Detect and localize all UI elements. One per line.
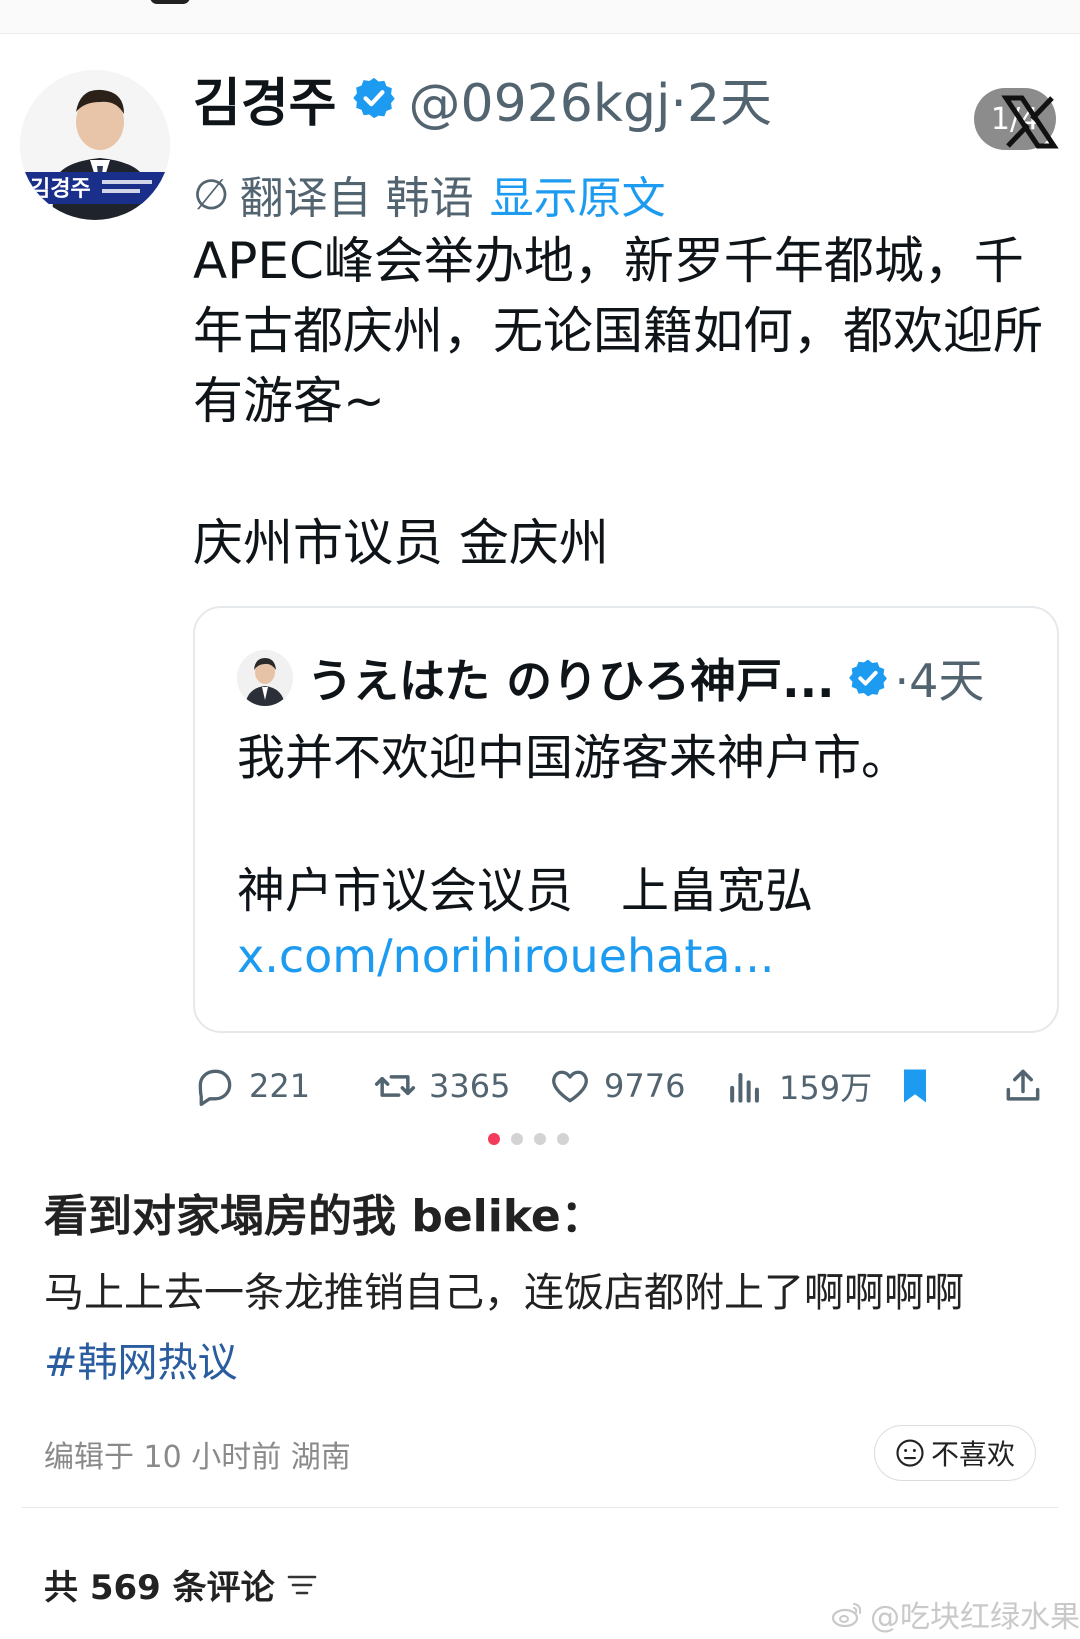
dislike-face-icon — [896, 1439, 924, 1467]
watermark-text: @吃块红绿水果 — [870, 1600, 1080, 1635]
carousel-dot-active[interactable] — [488, 1133, 500, 1145]
tweet-header: 김경주 @0926kgj·2天 — [193, 58, 772, 138]
translation-row: ∅ 翻译自 韩语 显示原文 — [193, 162, 666, 226]
author-avatar[interactable]: 김경주 — [20, 70, 170, 220]
tweet-screenshot[interactable]: 김경주 김경주 @0926kgj·2天 1/4 ∅ 翻译自 韩语 显示原文 AP… — [0, 34, 1080, 1114]
tweet-signature: 庆州市议员 金庆州 — [193, 514, 609, 572]
views-button[interactable]: 159万 — [723, 1054, 872, 1118]
reply-button[interactable]: 221 — [193, 1054, 310, 1118]
like-icon — [552, 1070, 588, 1103]
bookmark-icon — [904, 1069, 926, 1103]
share-icon — [1006, 1069, 1040, 1101]
x-logo-icon — [1001, 95, 1059, 149]
translated-from-label: 翻译自 韩语 — [239, 173, 474, 224]
quoted-verified-badge-icon — [848, 659, 887, 697]
verified-badge-icon — [352, 77, 395, 119]
like-count: 9776 — [604, 1067, 686, 1105]
quoted-tweet-header: うえはた のりひろ神戸... ·4天 — [237, 648, 984, 708]
reply-count: 221 — [249, 1067, 311, 1105]
dislike-label: 不喜欢 — [930, 1438, 1015, 1471]
author-handle-time[interactable]: @0926kgj·2天 — [409, 61, 773, 136]
quoted-tweet-text: 我并不欢迎中国游客来神户市。 — [237, 730, 910, 786]
quoted-tweet-link[interactable]: x.com/norihirouehata... — [237, 924, 774, 988]
views-icon — [730, 1072, 759, 1103]
like-button[interactable]: 9776 — [548, 1054, 685, 1118]
author-name[interactable]: 김경주 — [193, 61, 337, 136]
quoted-author-name[interactable]: うえはた のりひろ神戸... — [307, 645, 835, 711]
top-strip — [0, 0, 1080, 34]
comment-count-header[interactable]: 共 569 条评论 — [44, 1560, 319, 1609]
retweet-button[interactable]: 3365 — [373, 1054, 510, 1118]
watermark: @吃块红绿水果 — [830, 1592, 1080, 1636]
bookmark-button[interactable] — [893, 1054, 949, 1118]
translate-icon: ∅ — [193, 169, 230, 219]
tweet-text: APEC峰会举办地，新罗千年都城，千年古都庆州，无论国籍如何，都欢迎所有游客~ — [193, 232, 1043, 430]
show-original-link[interactable]: 显示原文 — [490, 162, 666, 226]
avatar-portrait-icon: 김경주 — [20, 70, 170, 220]
weibo-icon — [831, 1603, 862, 1628]
carousel-dot[interactable] — [534, 1133, 546, 1145]
divider — [22, 1507, 1058, 1508]
reply-icon — [198, 1069, 232, 1106]
post-title: 看到对家塌房的我 belike： — [44, 1191, 605, 1242]
carousel-indicator — [488, 1133, 569, 1147]
quoted-tweet[interactable]: うえはた のりひろ神戸... ·4天 我并不欢迎中国游客来神户市。 神户市议会议… — [193, 606, 1059, 1033]
dislike-button[interactable]: 不喜欢 — [874, 1425, 1036, 1481]
comment-count: 共 569 条评论 — [44, 1568, 275, 1608]
retweet-icon — [374, 1075, 416, 1097]
tweet-action-bar: 221 3365 9776 159万 — [193, 1054, 1059, 1118]
carousel-dot[interactable] — [511, 1133, 523, 1145]
share-button[interactable] — [1001, 1054, 1057, 1118]
avatar-caption: 김경주 — [30, 177, 91, 202]
quoted-tweet-signature: 神户市议会议员 上畠宽弘 — [237, 863, 814, 919]
post-body: 马上上去一条龙推销自己，连饭店都附上了啊啊啊啊 — [44, 1270, 964, 1316]
status-indicator — [150, 0, 190, 4]
post-meta: 编辑于 10 小时前 湖南 — [44, 1440, 351, 1475]
view-count: 159万 — [779, 1069, 873, 1107]
carousel-dot[interactable] — [557, 1133, 569, 1145]
quoted-tweet-time: ·4天 — [894, 654, 985, 708]
sort-icon[interactable] — [285, 1570, 319, 1600]
quoted-author-avatar[interactable] — [237, 650, 293, 706]
post-topic-tag[interactable]: #韩网热议 — [44, 1330, 238, 1388]
retweet-count: 3365 — [429, 1067, 511, 1105]
quoted-avatar-portrait-icon — [237, 650, 293, 706]
